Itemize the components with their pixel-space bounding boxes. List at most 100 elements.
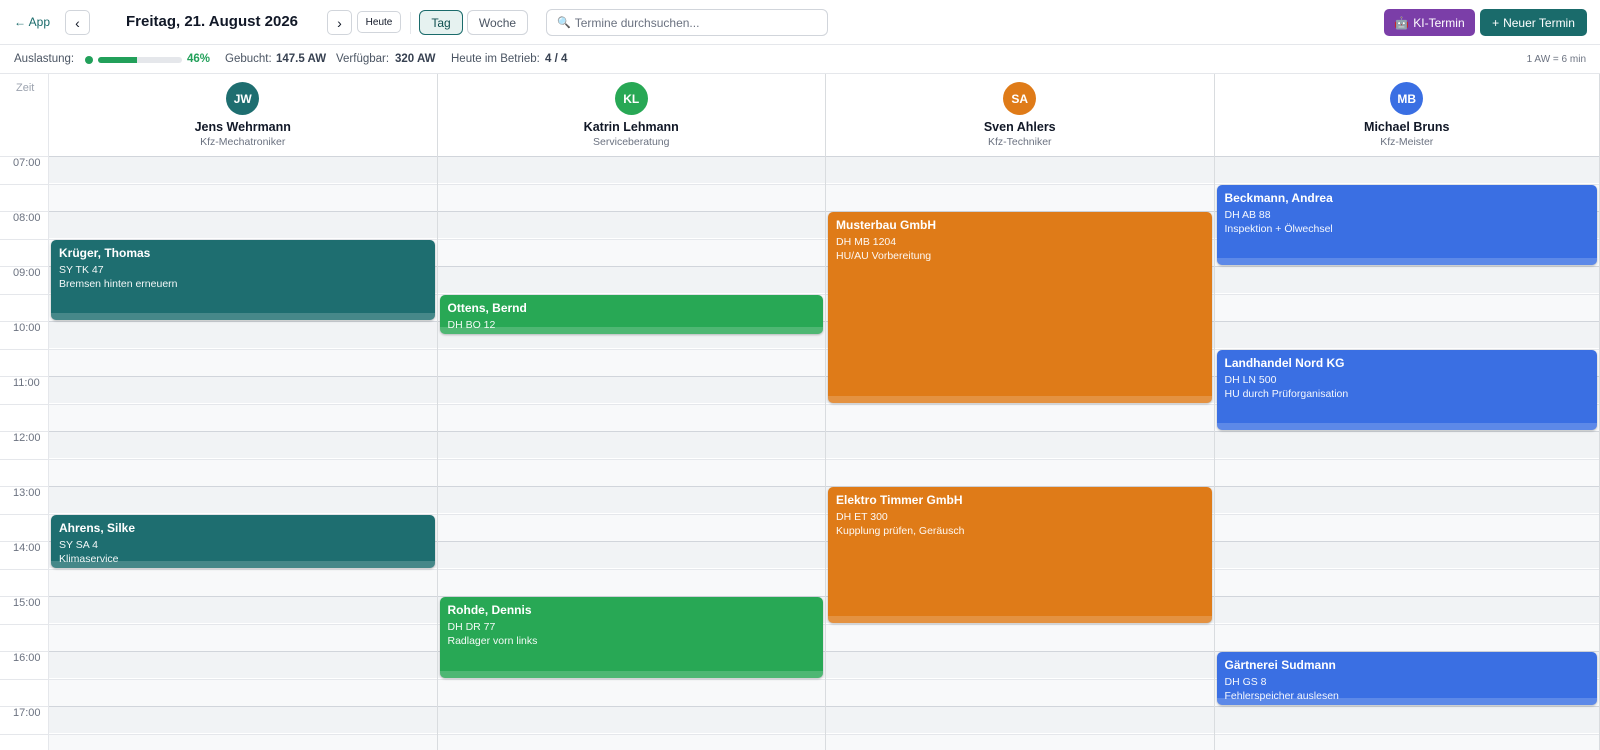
new-appointment-button[interactable]: + Neuer Termin bbox=[1480, 9, 1587, 36]
time-slot[interactable] bbox=[437, 156, 825, 183]
staff-column: JW Jens Wehrmann Kfz-Mechatroniker Krüger, … bbox=[49, 74, 438, 750]
time-slot[interactable] bbox=[826, 651, 1214, 678]
time-slot[interactable] bbox=[1214, 486, 1599, 513]
time-slot[interactable] bbox=[49, 706, 437, 733]
time-slot[interactable] bbox=[1214, 596, 1599, 623]
appointment-resize-handle[interactable] bbox=[1216, 423, 1597, 430]
time-slot[interactable] bbox=[437, 211, 825, 238]
time-slot[interactable] bbox=[826, 156, 1214, 183]
time-slot[interactable] bbox=[437, 733, 825, 750]
time-slot[interactable] bbox=[49, 211, 437, 238]
time-slot[interactable] bbox=[49, 568, 437, 596]
appointment-card[interactable]: Elektro Timmer GmbH DH ET 300 Kupplung prü… bbox=[828, 487, 1212, 623]
time-slot[interactable] bbox=[826, 623, 1214, 651]
time-slot[interactable] bbox=[49, 183, 437, 211]
view-day-tab[interactable]: Tag bbox=[419, 10, 463, 35]
time-slot[interactable] bbox=[1214, 156, 1599, 183]
time-slot[interactable] bbox=[49, 348, 437, 376]
time-slot[interactable] bbox=[49, 458, 437, 486]
time-slot[interactable] bbox=[437, 431, 825, 458]
time-slot[interactable] bbox=[49, 733, 437, 750]
time-slot[interactable] bbox=[826, 403, 1214, 431]
avatar: MB bbox=[1390, 82, 1424, 115]
appointment-plate: DH ET 300 bbox=[836, 511, 888, 523]
search-input[interactable] bbox=[574, 15, 815, 30]
appointment-resize-handle[interactable] bbox=[828, 395, 1212, 403]
appointment-resize-handle[interactable] bbox=[1216, 698, 1597, 705]
appointment-resize-handle[interactable] bbox=[51, 313, 435, 320]
view-week-tab[interactable]: Woche bbox=[467, 10, 528, 35]
appointment-card[interactable]: Gärtnerei Sudmann DH GS 8 Fehlerspeicher a… bbox=[1216, 652, 1597, 705]
time-slot[interactable] bbox=[826, 458, 1214, 486]
appointment-resize-handle[interactable] bbox=[51, 560, 435, 568]
time-slot[interactable] bbox=[826, 678, 1214, 706]
time-slot[interactable] bbox=[1214, 568, 1599, 596]
time-slot[interactable] bbox=[437, 183, 825, 211]
time-slot[interactable] bbox=[1214, 266, 1599, 293]
time-slot[interactable] bbox=[437, 541, 825, 568]
time-slot[interactable] bbox=[49, 651, 437, 678]
appointment-resize-handle[interactable] bbox=[439, 326, 823, 334]
time-slot[interactable] bbox=[437, 376, 825, 403]
time-slot[interactable] bbox=[49, 376, 437, 403]
appointment-task: Kupplung prüfen, Geräusch bbox=[836, 525, 965, 537]
appointment-card[interactable]: Krüger, Thomas SY TK 47 Bremsen hinten ern… bbox=[51, 239, 435, 320]
time-slot[interactable] bbox=[1214, 431, 1599, 458]
time-slot[interactable] bbox=[826, 733, 1214, 750]
time-slot[interactable] bbox=[437, 513, 825, 541]
time-slot[interactable] bbox=[437, 706, 825, 733]
appointment-resize-handle[interactable] bbox=[828, 615, 1212, 623]
time-slot[interactable] bbox=[1214, 321, 1599, 348]
appointment-task: HU durch Prüforganisation bbox=[1224, 387, 1349, 400]
time-slot[interactable] bbox=[49, 596, 437, 623]
time-slot[interactable] bbox=[1214, 733, 1599, 750]
time-slot[interactable] bbox=[437, 266, 825, 293]
back-to-app-link[interactable]: ← App bbox=[14, 15, 50, 29]
time-slot[interactable] bbox=[1214, 513, 1599, 541]
staff-role: Serviceberatung bbox=[593, 136, 670, 148]
ki-appointment-button[interactable]: 🤖 KI-Termin bbox=[1384, 9, 1475, 36]
prev-day-button[interactable]: ‹ bbox=[65, 10, 90, 35]
time-slot[interactable] bbox=[49, 321, 437, 348]
next-day-button[interactable]: › bbox=[327, 10, 352, 35]
time-slot[interactable] bbox=[49, 623, 437, 651]
appointment-plate: DH GS 8 bbox=[1224, 676, 1267, 688]
time-slot[interactable] bbox=[826, 183, 1214, 211]
time-slot-line bbox=[0, 651, 49, 678]
appointment-card[interactable]: Musterbau GmbH DH MB 1204 HU/AU Vorbereitu… bbox=[828, 212, 1212, 403]
time-slot[interactable] bbox=[1214, 458, 1599, 486]
appointment-card[interactable]: Beckmann, Andrea DH AB 88 Inspektion + Ölw… bbox=[1216, 184, 1597, 265]
time-slot[interactable] bbox=[49, 678, 437, 706]
present-value: 4 / 4 bbox=[545, 53, 568, 65]
appointment-resize-handle[interactable] bbox=[439, 670, 823, 678]
time-slot[interactable] bbox=[437, 486, 825, 513]
time-slot[interactable] bbox=[49, 486, 437, 513]
time-slot[interactable] bbox=[826, 431, 1214, 458]
time-slot[interactable] bbox=[826, 706, 1214, 733]
time-slot[interactable] bbox=[437, 458, 825, 486]
time-slot[interactable] bbox=[437, 238, 825, 266]
time-slot[interactable] bbox=[437, 568, 825, 596]
search-box[interactable]: 🔍 bbox=[546, 9, 828, 36]
time-slot[interactable] bbox=[49, 403, 437, 431]
appointment-card[interactable]: Landhandel Nord KG DH LN 500 HU durch Prüf… bbox=[1216, 349, 1597, 430]
time-column: Zeit 07:00 08:00 09:00 10:00 11:00 12:00 13:00… bbox=[0, 74, 49, 750]
time-slot[interactable] bbox=[1214, 706, 1599, 733]
appointment-customer: Elektro Timmer GmbH bbox=[836, 493, 963, 507]
appointment-card[interactable]: Ottens, BerndDH BO 12Reifen einlagern bbox=[439, 294, 823, 334]
time-slot[interactable] bbox=[437, 403, 825, 431]
appointment-card[interactable]: Rohde, Dennis DH DR 77 Radlager vorn links bbox=[439, 597, 823, 678]
time-slot-line bbox=[0, 183, 49, 211]
available-value: 320 AW bbox=[395, 53, 436, 65]
time-slot[interactable] bbox=[437, 348, 825, 376]
time-slot[interactable] bbox=[49, 156, 437, 183]
time-slot[interactable] bbox=[437, 678, 825, 706]
time-slot[interactable] bbox=[1214, 623, 1599, 651]
time-slot-line bbox=[0, 706, 49, 733]
appointment-resize-handle[interactable] bbox=[1216, 258, 1597, 265]
time-slot[interactable] bbox=[1214, 541, 1599, 568]
appointment-card[interactable]: Ahrens, Silke SY SA 4 Klimaservice bbox=[51, 514, 435, 568]
time-slot[interactable] bbox=[49, 431, 437, 458]
today-button[interactable]: Heute bbox=[357, 11, 401, 33]
time-slot[interactable] bbox=[1214, 293, 1599, 321]
